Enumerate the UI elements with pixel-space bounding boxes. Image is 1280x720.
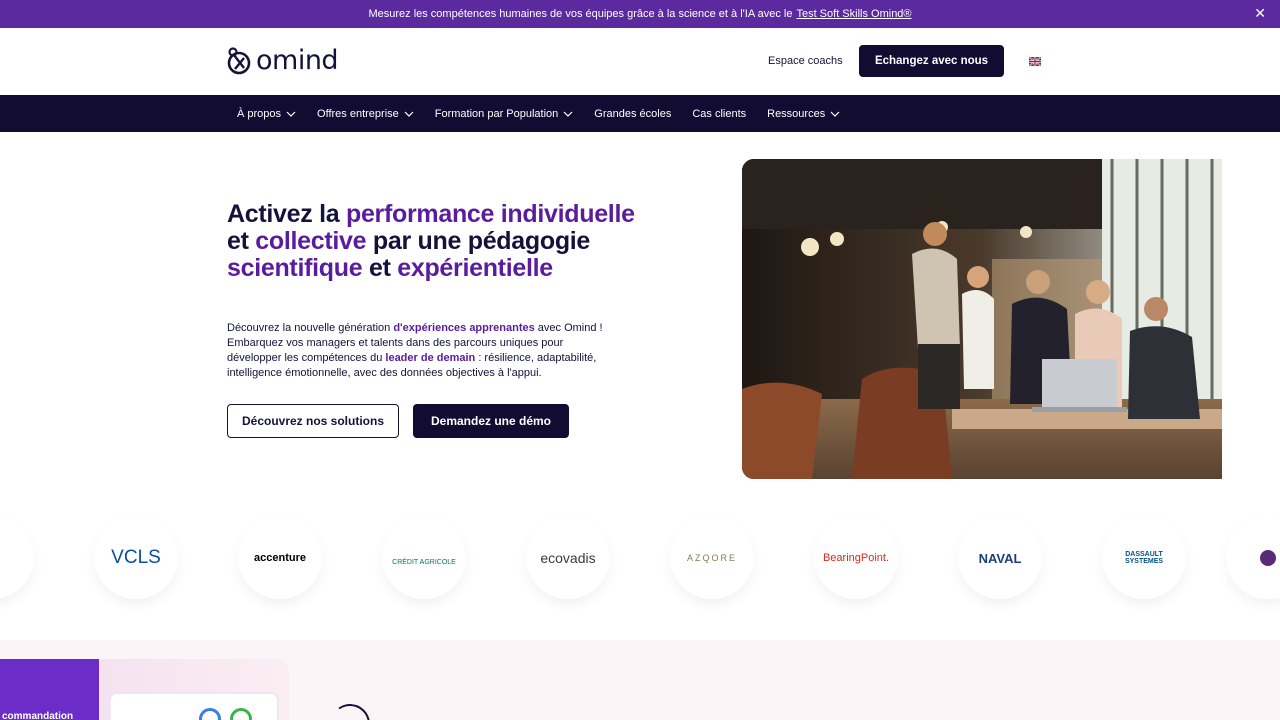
green-ring-icon [230,708,252,720]
nav-item-grandes-ecoles[interactable]: Grandes écoles [594,108,671,120]
client-logo-text: VCLS [111,547,161,568]
decorative-arc [326,700,374,720]
blue-ring-icon [199,708,221,720]
nav-label: Grandes écoles [594,107,672,120]
uk-flag-icon[interactable] [1029,57,1041,66]
client-logo-partial [1218,515,1280,601]
title-highlight: scientifique [227,254,363,282]
close-icon[interactable]: ✕ [1254,5,1266,21]
nav-label: Offres entreprise [317,107,399,120]
nav-label: Ressources [767,107,826,120]
nav-item-offres-entreprise[interactable]: Offres entreprise [317,108,414,120]
contact-button[interactable]: Echangez avec nous [859,45,1004,77]
desc-highlight: d'expériences apprenantes [393,322,535,334]
brand-name: omind [256,45,339,76]
nav-item-formation-population[interactable]: Formation par Population [435,108,574,120]
chevron-down-icon [563,111,573,117]
demo-button[interactable]: Demandez une démo [413,404,569,438]
title-highlight: collective [255,227,367,255]
logo-circle [0,515,34,599]
client-logo-icon [1260,550,1276,566]
logo-circle [382,515,466,599]
nav-item-cas-clients[interactable]: Cas clients [692,108,746,120]
announcement-bar: Mesurez les compétences humaines de vos … [0,0,1280,28]
chevron-down-icon [404,111,414,117]
client-logo-text: NAVAL [978,550,1022,566]
title-part: et [227,227,256,255]
nav-label: Cas clients [692,107,747,120]
client-logo-text: CRÉDIT AGRICOLE [392,558,456,566]
hero-team-photo [742,159,1222,479]
team-photo-illustration [742,159,1222,479]
chevron-down-icon [830,111,840,117]
client-logo-azqore: AZQORE [662,515,762,601]
nav-item-ressources[interactable]: Ressources [767,108,840,120]
coach-space-link[interactable]: Espace coachs [768,55,843,67]
omind-logo[interactable]: omind [226,45,339,76]
desc-part: Découvrez la nouvelle génération [227,322,394,334]
preview-card [111,694,277,720]
client-logo-naval: NAVAL [950,515,1050,601]
recommendation-section: commandation [0,640,1280,720]
title-part: par une pédagogie [366,227,591,255]
hero-description: Découvrez la nouvelle génération d'expér… [227,321,619,381]
client-logo-accenture: accenture [230,515,330,601]
client-logo-text: AZQORE [686,553,737,563]
omind-logo-icon [227,47,251,75]
recommendation-tab[interactable]: commandation [0,659,99,720]
client-logo-text: BearingPoint. [822,552,890,564]
title-part: Activez la [227,200,346,228]
client-logo-credit-agricole: CRÉDIT AGRICOLE [374,515,474,601]
client-logo-vcls: VCLS [86,515,186,601]
client-logo: ES [0,515,42,601]
title-highlight: performance individuelle [345,200,635,228]
recommendation-label: commandation [2,711,74,720]
nav-label: À propos [237,107,282,120]
client-logo-text: ecovadis [540,550,596,566]
announcement-link[interactable]: Test Soft Skills Omind® [796,8,911,20]
nav-label: Formation par Population [434,107,559,120]
client-logo-ecovadis: ecovadis [518,515,618,601]
solutions-button[interactable]: Découvrez nos solutions [227,404,399,438]
chevron-down-icon [286,111,296,117]
title-highlight: expérientielle [397,254,553,282]
client-logo-dassault: DASSAULT SYSTEMES [1094,515,1194,601]
client-logo-text: DASSAULT SYSTEMES [1124,551,1164,565]
announcement-text: Mesurez les compétences humaines de vos … [368,8,793,20]
desc-highlight: leader de demain [385,352,476,364]
title-part: et [362,254,398,282]
client-logos-strip: ES VCLS accenture CRÉDIT AGRICOLE ecovad… [0,510,1280,610]
hero-title: Activez la performance individuelle et c… [227,201,647,282]
client-logo-bearingpoint: BearingPoint. [806,515,906,601]
site-header: omind Espace coachs Echangez avec nous [0,28,1280,95]
nav-item-a-propos[interactable]: À propos [237,108,296,120]
client-logo-text: accenture [254,552,306,564]
main-nav: À propos Offres entreprise Formation par… [0,95,1280,132]
